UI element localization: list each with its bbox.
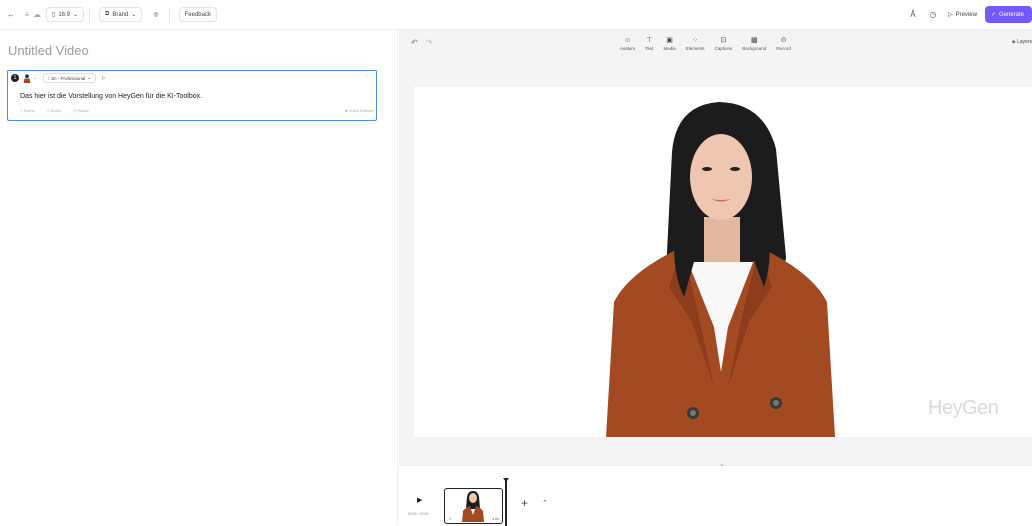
tool-label: Elements [685, 46, 705, 51]
media-icon: ▣ [666, 37, 673, 44]
settings-icon: ◎ [153, 12, 159, 18]
tool-label: Text [645, 46, 654, 51]
voice-director-label: Voice Director [349, 108, 374, 113]
scene-number: 1 [11, 74, 19, 82]
monitor-icon: ▯ [52, 12, 56, 18]
tool-label: Background [742, 46, 767, 51]
tool-label: Captions [714, 46, 733, 51]
tool-elements[interactable]: ⁘ Elements [686, 36, 705, 51]
generate-label: Generate [998, 11, 1024, 18]
scene-duration: 4.0s [492, 517, 499, 521]
canvas-panel: ↶ ↷ ☺ Avatars ⊤ Text ▣ Media ⁘ Elements … [399, 30, 1032, 526]
video-title[interactable]: Untitled Video [8, 43, 89, 58]
history-icon[interactable]: ◷ [928, 10, 938, 20]
pause-label: Pause [77, 108, 89, 113]
tool-label: Record [776, 46, 791, 51]
brand-kit-icon: ⧉ [105, 11, 110, 17]
chevron-down-icon[interactable]: ⌄ [33, 75, 37, 81]
tool-media[interactable]: ▣ Media [663, 36, 675, 51]
chevron-down-icon: ⌄ [87, 75, 92, 80]
layers-icon: ◈ [1011, 39, 1016, 45]
playhead[interactable] [505, 480, 507, 526]
check-icon: ✓ [990, 12, 996, 18]
layers-label: Layers [1016, 39, 1032, 45]
translate-icon[interactable]: Å [908, 10, 918, 20]
divider [89, 7, 91, 22]
scene-card[interactable]: 1 ⌄ ⦚ Jin - Professional ⌄ ▷ ··· Das hie… [7, 70, 377, 121]
record-icon: ⊙ [780, 37, 787, 44]
divider [168, 7, 170, 22]
back-arrow-icon[interactable]: ← [6, 10, 16, 20]
chevron-down-icon: ⌄ [131, 12, 137, 18]
tool-captions[interactable]: ⊡ Captions [714, 36, 732, 51]
redo-icon[interactable]: ↷ [426, 38, 433, 47]
elements-icon: ⁘ [692, 37, 699, 44]
avatar-icon: ☺ [624, 37, 632, 44]
script-panel: Untitled Video 1 ⌄ ⦚ Jin - Professional … [0, 30, 398, 525]
tool-record[interactable]: ⊙ Record [776, 36, 791, 51]
timeline: ⌄ ▶ 00:00 / 00:04 1 4.0s + ⌃ [399, 461, 1032, 526]
aspect-ratio-select[interactable]: ▯ 16:9 ⌄ [46, 7, 85, 22]
avatar-figure[interactable] [414, 87, 1032, 437]
voice-wave-icon: ⦚ [47, 75, 49, 81]
cloud-icon[interactable]: ☁ [32, 10, 42, 20]
background-icon: ▩ [750, 37, 758, 44]
text-icon: ⊤ [646, 37, 653, 44]
captions-icon: ⊡ [720, 37, 727, 44]
avatar-thumbnail-icon[interactable] [23, 73, 31, 83]
add-scene-icon[interactable]: + [521, 496, 528, 510]
add-scene-label: Scene [23, 108, 35, 113]
feedback-label: Feedback [184, 11, 211, 18]
preview-label: Preview [955, 11, 977, 18]
undo-icon[interactable]: ↶ [411, 38, 418, 47]
brand-label: Brand [112, 11, 129, 18]
aspect-ratio-label: 16:9 [58, 11, 70, 18]
scene-header: ⌄ ⦚ Jin - Professional ⌄ ▷ [23, 73, 106, 83]
tool-avatars[interactable]: ☺ Avatars [620, 36, 635, 51]
scene-footer: + Scene ♫ Audio ◷ Pause [20, 108, 101, 113]
play-voice-icon[interactable]: ▷ [102, 75, 105, 81]
pause-button[interactable]: ◷ Pause [73, 108, 95, 113]
audio-button[interactable]: ♫ Audio [47, 108, 67, 113]
chevron-down-icon: ⌄ [73, 12, 79, 18]
video-canvas[interactable]: HeyGen [414, 87, 1032, 437]
chevron-down-icon[interactable]: ⌄ [719, 460, 725, 468]
script-text[interactable]: Das hier ist die Vorstellung von HeyGen … [20, 93, 202, 100]
play-outline-icon: ▷ [947, 12, 953, 18]
play-icon[interactable]: ▶ [417, 496, 422, 504]
voice-director-button[interactable]: ◈ Voice Director [345, 108, 374, 113]
generate-button[interactable]: ✓ Generate [984, 6, 1032, 23]
more-options-icon[interactable]: ··· [366, 73, 372, 79]
tool-label: Media [663, 46, 676, 51]
feedback-button[interactable]: Feedback [178, 7, 217, 22]
voice-label: Jin - Professional [50, 75, 86, 81]
tool-label: Avatars [620, 46, 636, 51]
top-bar: ← ≡ ☁ ▯ 16:9 ⌄ ⧉ Brand ⌄ ◎ Feedback Å ◷ … [0, 0, 1032, 30]
audio-label: Audio [50, 108, 61, 113]
scene-thumbnail[interactable]: 1 4.0s [444, 488, 503, 524]
canvas-toolbar: ↶ ↷ ☺ Avatars ⊤ Text ▣ Media ⁘ Elements … [399, 30, 1032, 60]
scene-number: 1 [449, 517, 451, 521]
tool-background[interactable]: ▩ Background [742, 36, 766, 51]
brand-select[interactable]: ⧉ Brand ⌄ [99, 7, 143, 22]
tool-text[interactable]: ⊤ Text [645, 36, 653, 51]
voice-select[interactable]: ⦚ Jin - Professional ⌄ [42, 73, 97, 83]
heygen-watermark: HeyGen [928, 397, 999, 419]
add-scene-button[interactable]: + Scene [20, 108, 41, 113]
chevron-up-icon[interactable]: ⌃ [542, 499, 548, 507]
top-bar-actions: Å ◷ ▷ Preview ✓ Generate [908, 6, 1032, 23]
timecode: 00:00 / 00:04 [408, 512, 429, 516]
settings-button[interactable]: ◎ [148, 7, 163, 22]
menu-icon[interactable]: ≡ [22, 10, 32, 20]
preview-button[interactable]: ▷ Preview [947, 11, 977, 19]
layers-button[interactable]: ◈ Layers [1012, 39, 1032, 45]
tool-list: ☺ Avatars ⊤ Text ▣ Media ⁘ Elements ⊡ Ca… [615, 36, 796, 51]
